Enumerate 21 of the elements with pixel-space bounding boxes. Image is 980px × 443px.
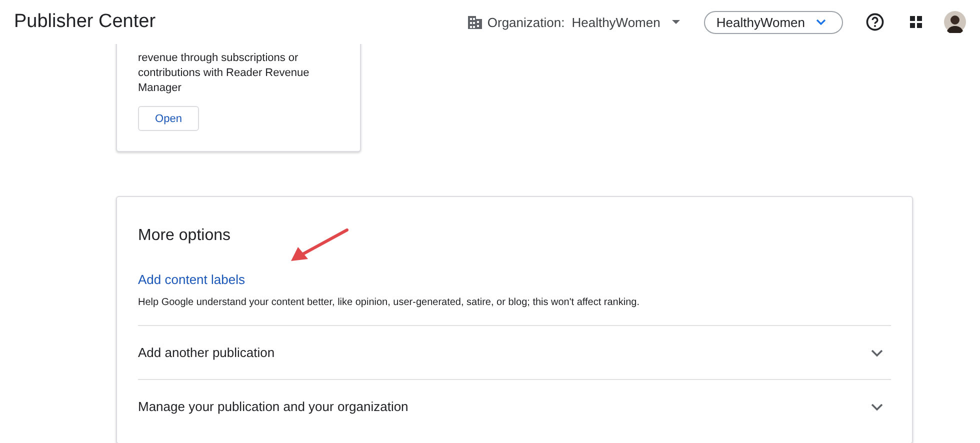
publication-dropdown[interactable]: HealthyWomen <box>704 10 843 34</box>
chevron-down-icon <box>871 402 883 410</box>
dropdown-caret-icon <box>672 20 680 24</box>
avatar-icon[interactable] <box>944 11 966 33</box>
add-content-labels-link[interactable]: Add content labels <box>138 272 245 287</box>
help-icon[interactable] <box>866 13 884 31</box>
organization-dropdown[interactable]: HealthyWomen <box>572 14 680 30</box>
open-button[interactable]: Open <box>138 106 199 131</box>
app-title: Publisher Center <box>14 11 156 33</box>
apps-grid-icon[interactable] <box>910 16 922 28</box>
card-description: revenue through subscriptions or <box>138 51 300 66</box>
chevron-down-icon <box>816 19 826 25</box>
link-description: Help Google understand your content better, like opinion, user-generated, satire, or blog; this won't affect ranking. <box>138 297 891 326</box>
chevron-down-icon <box>871 348 883 356</box>
expandable-section[interactable]: Manage your publication and your organization <box>138 379 891 433</box>
expandable-section[interactable]: Add another publication <box>138 326 891 379</box>
building-icon <box>468 16 482 28</box>
organization-label: Organization: <box>487 14 565 30</box>
card-description: contributions with Reader Revenue Manager <box>138 66 310 96</box>
section-title: More options <box>138 227 232 245</box>
annotation-arrow <box>289 228 349 264</box>
